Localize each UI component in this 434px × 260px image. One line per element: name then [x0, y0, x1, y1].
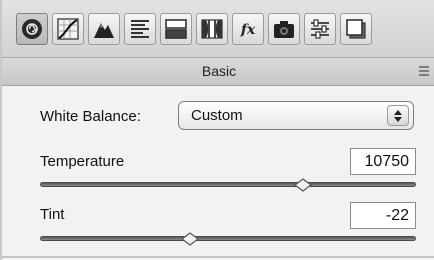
tone-curve-icon — [57, 18, 79, 40]
presets-sliders-icon — [311, 19, 329, 39]
tab-basic[interactable] — [16, 13, 48, 45]
tint-slider-track[interactable] — [40, 236, 416, 241]
fx-label: fx — [240, 22, 256, 38]
tab-effects[interactable]: fx — [232, 13, 264, 45]
temperature-label: Temperature — [40, 153, 125, 170]
white-balance-value: Custom — [191, 107, 243, 124]
temperature-slider-thumb[interactable] — [294, 178, 313, 192]
basic-aperture-icon — [22, 19, 42, 39]
tab-tone-curve[interactable] — [52, 13, 84, 45]
camera-calibration-icon — [274, 21, 294, 38]
tab-split-toning[interactable] — [160, 13, 192, 45]
lens-corrections-icon — [201, 19, 223, 39]
snapshots-icon — [346, 19, 366, 39]
divider — [2, 256, 434, 258]
camera-raw-panel: fx Basic White Balance: Custom Temperatu… — [0, 0, 434, 260]
hsl-grayscale-icon — [131, 20, 149, 38]
panel-menu-icon[interactable] — [418, 65, 430, 77]
white-balance-label: White Balance: — [40, 108, 141, 125]
tab-snapshots[interactable] — [340, 13, 372, 45]
tab-detail[interactable] — [88, 13, 120, 45]
white-balance-select[interactable]: Custom — [178, 101, 414, 130]
select-stepper[interactable] — [387, 105, 409, 126]
tint-label: Tint — [40, 206, 65, 223]
tab-camera-calibration[interactable] — [268, 13, 300, 45]
tab-hsl-grayscale[interactable] — [124, 13, 156, 45]
split-toning-icon — [165, 19, 187, 39]
panel-tab-toolbar: fx — [2, 0, 434, 58]
tint-slider-thumb[interactable] — [181, 232, 200, 246]
temperature-input[interactable]: 10750 — [350, 148, 416, 175]
detail-icon — [94, 23, 114, 38]
tint-input[interactable]: -22 — [350, 202, 416, 229]
basic-section-header: Basic — [2, 58, 434, 86]
section-title: Basic — [201, 63, 237, 79]
chevron-up-down-icon — [394, 110, 402, 122]
tab-presets[interactable] — [304, 13, 336, 45]
effects-fx-icon: fx — [240, 22, 256, 38]
temperature-slider-track[interactable] — [40, 182, 416, 187]
tab-lens-corrections[interactable] — [196, 13, 228, 45]
